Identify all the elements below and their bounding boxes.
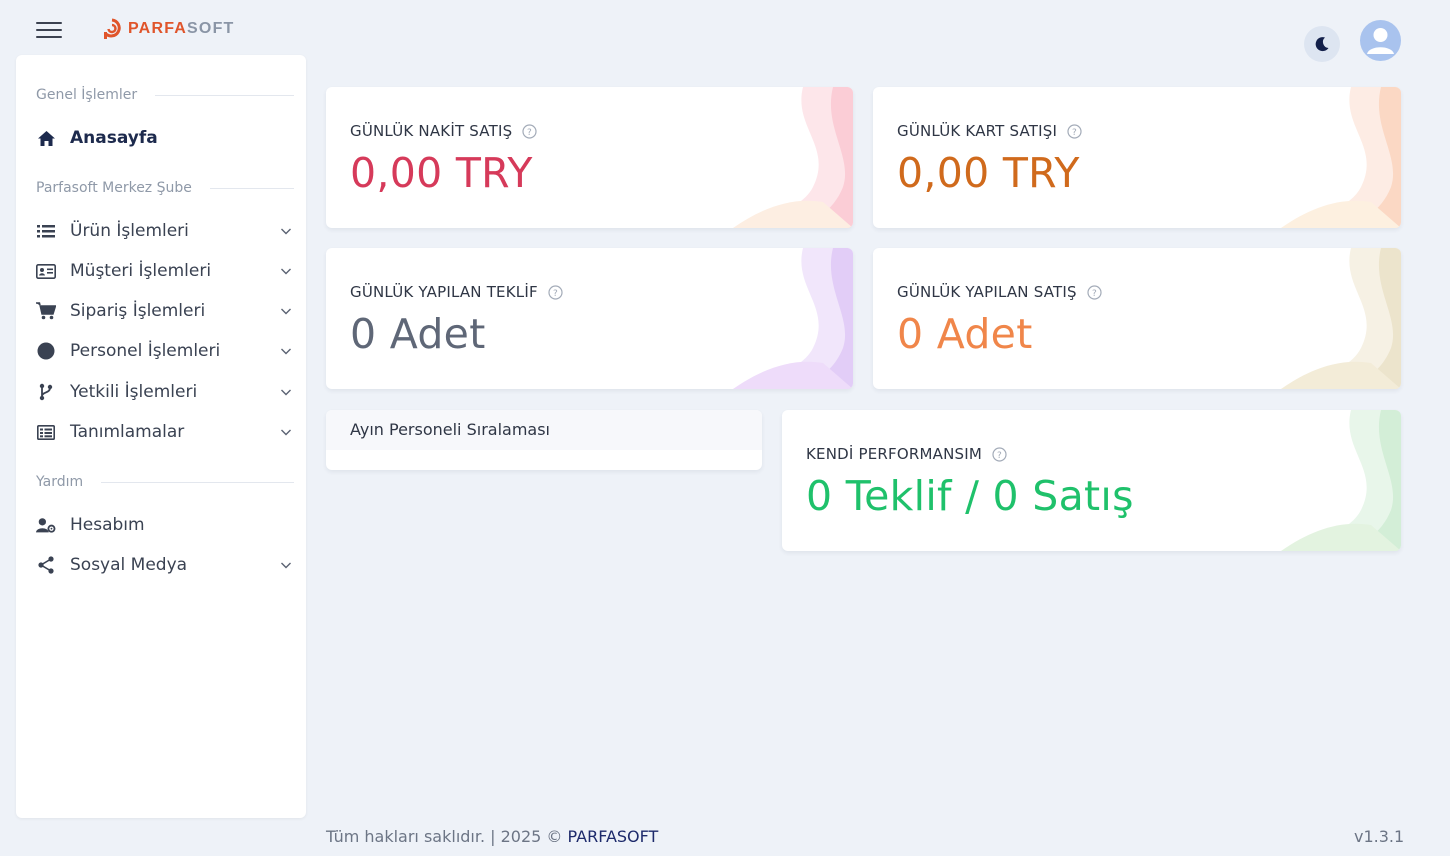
sidebar-item-label: Yetkili İşlemleri xyxy=(70,382,198,402)
sidebar-item-products[interactable]: Ürün İşlemleri xyxy=(36,216,292,246)
card-title: GÜNLÜK NAKİT SATIŞ ? xyxy=(350,122,537,140)
svg-text:?: ? xyxy=(1092,289,1097,299)
card-value: 0 Adet xyxy=(897,310,1033,358)
moon-icon xyxy=(1315,37,1329,52)
sidebar-item-label: Sipariş İşlemleri xyxy=(70,301,206,321)
id-card-icon xyxy=(36,261,56,281)
card-decoration xyxy=(1281,410,1401,551)
staff-ranking-panel: Ayın Personeli Sıralaması xyxy=(326,410,762,470)
card-value: 0,00 TRY xyxy=(897,149,1080,197)
help-icon[interactable]: ? xyxy=(1087,284,1102,300)
brand-logo[interactable]: PARFASOFT xyxy=(102,18,235,40)
section-label-help: Yardım xyxy=(36,474,294,490)
sidebar-item-authorized[interactable]: Yetkili İşlemleri xyxy=(36,377,292,407)
card-title: GÜNLÜK KART SATIŞI ? xyxy=(897,122,1082,140)
sidebar-item-label: Hesabım xyxy=(70,515,145,535)
branch-icon xyxy=(36,382,56,402)
theme-toggle-button[interactable] xyxy=(1304,26,1340,62)
sidebar-item-staff[interactable]: Personel İşlemleri xyxy=(36,336,292,366)
chevron-down-icon xyxy=(281,268,291,275)
card-title: GÜNLÜK YAPILAN TEKLİF ? xyxy=(350,283,563,301)
svg-text:?: ? xyxy=(997,451,1002,461)
help-icon[interactable]: ? xyxy=(992,446,1007,462)
card-decoration xyxy=(733,87,853,228)
sidebar-item-orders[interactable]: Sipariş İşlemleri xyxy=(36,296,292,326)
sidebar-item-label: Ürün İşlemleri xyxy=(70,221,189,241)
sidebar-item-social-media[interactable]: Sosyal Medya xyxy=(36,550,292,580)
user-gear-icon xyxy=(36,515,56,535)
card-value: 0,00 TRY xyxy=(350,149,533,197)
share-icon xyxy=(36,555,56,575)
card-daily-sales: GÜNLÜK YAPILAN SATIŞ ? 0 Adet xyxy=(873,248,1401,389)
footer-brand-link[interactable]: PARFASOFT xyxy=(568,827,659,846)
circle-icon xyxy=(36,341,56,361)
svg-text:?: ? xyxy=(527,128,532,138)
sidebar-item-label: Sosyal Medya xyxy=(70,555,188,575)
help-icon[interactable]: ? xyxy=(1067,123,1082,139)
sidebar: Genel İşlemler Anasayfa Parfasoft Merkez… xyxy=(16,55,306,818)
card-value: 0 Teklif / 0 Satış xyxy=(806,472,1134,520)
sidebar-item-label: Personel İşlemleri xyxy=(70,341,221,361)
sidebar-item-label: Anasayfa xyxy=(70,128,158,148)
cart-icon xyxy=(36,301,56,321)
card-decoration xyxy=(1281,87,1401,228)
help-icon[interactable]: ? xyxy=(522,123,537,139)
brand-name: PARFASOFT xyxy=(128,20,235,37)
help-icon[interactable]: ? xyxy=(548,284,563,300)
menu-toggle-icon[interactable] xyxy=(36,22,62,40)
card-daily-offers: GÜNLÜK YAPILAN TEKLİF ? 0 Adet xyxy=(326,248,853,389)
chevron-down-icon xyxy=(281,562,291,569)
chevron-down-icon xyxy=(281,429,291,436)
card-decoration xyxy=(1281,248,1401,389)
chevron-down-icon xyxy=(281,389,291,396)
card-title: KENDİ PERFORMANSIM ? xyxy=(806,445,1007,463)
chevron-down-icon xyxy=(281,348,291,355)
svg-text:?: ? xyxy=(553,289,558,299)
card-my-performance: KENDİ PERFORMANSIM ? 0 Teklif / 0 Satış xyxy=(782,410,1401,551)
sidebar-item-definitions[interactable]: Tanımlamalar xyxy=(36,417,292,447)
svg-text:?: ? xyxy=(1072,128,1077,138)
list-icon xyxy=(36,221,56,241)
sidebar-item-label: Tanımlamalar xyxy=(70,422,185,442)
user-icon xyxy=(1367,28,1394,54)
sidebar-item-customers[interactable]: Müşteri İşlemleri xyxy=(36,256,292,286)
chevron-down-icon xyxy=(281,308,291,315)
panel-title: Ayın Personeli Sıralaması xyxy=(326,410,762,450)
section-label-branch: Parfasoft Merkez Şube xyxy=(36,180,294,196)
sidebar-item-account[interactable]: Hesabım xyxy=(36,510,292,540)
table-icon xyxy=(36,422,56,442)
sidebar-item-home[interactable]: Anasayfa xyxy=(36,123,292,153)
sidebar-item-label: Müşteri İşlemleri xyxy=(70,261,212,281)
card-daily-card-sales: GÜNLÜK KART SATIŞI ? 0,00 TRY xyxy=(873,87,1401,228)
card-daily-cash-sales: GÜNLÜK NAKİT SATIŞ ? 0,00 TRY xyxy=(326,87,853,228)
footer-copyright: Tüm hakları saklıdır. | 2025 © PARFASOFT xyxy=(326,827,659,846)
parfasoft-logo-icon xyxy=(103,18,121,39)
card-decoration xyxy=(733,248,853,389)
card-value: 0 Adet xyxy=(350,310,486,358)
chevron-down-icon xyxy=(281,228,291,235)
user-avatar[interactable] xyxy=(1360,20,1401,61)
app-version: v1.3.1 xyxy=(1354,827,1405,846)
card-title: GÜNLÜK YAPILAN SATIŞ ? xyxy=(897,283,1102,301)
home-icon xyxy=(36,128,56,148)
section-label-general: Genel İşlemler xyxy=(36,87,294,103)
